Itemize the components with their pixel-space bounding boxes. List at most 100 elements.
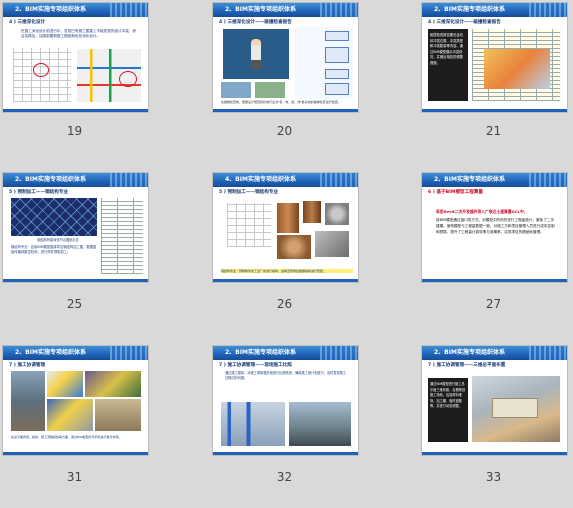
highlight-circle: [119, 71, 137, 87]
slide-body-highlight: 采用Revit二次开发插件导入广联达土建算量GCL中，: [436, 209, 528, 214]
header-decor: [110, 346, 148, 360]
steel-table-image: [101, 198, 143, 274]
slide-footer-bar: [213, 279, 358, 282]
slide-header: 2、BIM实施专项组织体系: [213, 346, 358, 360]
image-panel: [221, 82, 251, 98]
slide-footer-bar: [422, 109, 567, 112]
slide-subtitle: 4 ) 三维深化设计——碰撞检查报告: [428, 20, 501, 25]
steel-node-model: [277, 235, 311, 259]
slide-subtitle: 4 ) 三维深化设计: [9, 20, 46, 25]
slide-header-text: 2、BIM实施专项组织体系: [225, 6, 296, 13]
slide-body-text: 碰撞检查报告要包含具体冲突位置、冲突类型和冲突数量等内容。通过BIM模型展示冲突…: [430, 33, 463, 65]
slide-thumbnail[interactable]: 2、BIM实施专项组织体系 7 ) 施工协调管理——三维总平面布置 通过BIM模…: [421, 345, 568, 456]
slide-subtitle: 5 ) 预制加工——钢结构专业: [9, 190, 69, 195]
flowchart-box: [325, 83, 349, 95]
slide-header: 4、BIM实施专项组织体系: [213, 173, 358, 187]
site-building-shape: [492, 398, 538, 418]
slide-body-text: 通过BIM模型进行施工总平面三维布置，合理规划施工场地，包括材料堆场、加工棚、临…: [430, 382, 466, 409]
slide-header-text: 2、BIM实施专项组织体系: [15, 6, 86, 13]
slide-header: 2、BIM实施专项组织体系: [3, 346, 148, 360]
building-model-image: [11, 371, 45, 431]
slide-number: 31: [66, 470, 83, 484]
slide-footer-bar: [3, 279, 148, 282]
slide-subtitle: 7 ) 施工协调管理——现场施工比照: [219, 363, 292, 368]
steel-component-drawing: [227, 203, 271, 247]
slide-header: 2、BIM实施专项组织体系: [422, 173, 567, 187]
slide-thumbnail[interactable]: 2、BIM实施专项组织体系 7 ) 施工协调管理——现场施工比照 通过施工模拟，…: [212, 345, 359, 456]
slide-body-text: 将BIM模型通过接口的方式，对模型中的构件进行工程量统计，避免了二次建模。使构模…: [436, 218, 555, 234]
construction-model-image: [47, 371, 83, 397]
header-decor: [320, 173, 358, 187]
slide-header-text: 2、BIM实施专项组织体系: [434, 6, 505, 13]
header-decor: [110, 3, 148, 17]
header-decor: [320, 346, 358, 360]
slide-body-text: 在施工深化设计前进行中，发现已有施工图重上不能发现的设计冲突，综合实践及，加强制…: [21, 29, 136, 38]
slide-thumbnail[interactable]: 2、BIM实施专项组织体系 6 ) 基于BIM模型工程算量 采用Revit二次开…: [421, 172, 568, 283]
highlight-circle: [33, 63, 49, 77]
pipe-model-image: [221, 402, 285, 446]
slide-number: 27: [485, 297, 502, 311]
slide-thumbnail[interactable]: 4、BIM实施专项组织体系 5 ) 预制加工——钢结构专业 钢结构专业：预制构件…: [212, 172, 359, 283]
slide-thumbnail[interactable]: 2、BIM实施专项组织体系 4 ) 三维深化设计——碰撞检查报告 在碰撞检查前，…: [212, 2, 359, 113]
header-decor: [529, 3, 567, 17]
slide-number: 19: [66, 124, 83, 138]
slide-header-text: 2、BIM实施专项组织体系: [15, 349, 86, 356]
steel-node-model: [325, 203, 349, 225]
steel-truss-image: [11, 198, 97, 236]
slide-body-text: 通过施工模拟，对施工现场各阶段进行比照检查，确保施工按计划进行，及时发现施工过程…: [225, 371, 347, 381]
slide-footer-bar: [213, 452, 358, 455]
slide-thumbnail[interactable]: 2、BIM实施专项组织体系 4 ) 三维深化设计——碰撞检查报告 碰撞检查报告要…: [421, 2, 568, 113]
header-decor: [529, 173, 567, 187]
header-decor: [529, 346, 567, 360]
image-panel: [255, 82, 285, 98]
header-decor: [110, 173, 148, 187]
slide-number: 20: [276, 124, 293, 138]
steel-node-model: [315, 231, 349, 257]
slide-number: 26: [276, 297, 293, 311]
slide-number: 33: [485, 470, 502, 484]
slide-header-text: 2、BIM实施专项组织体系: [434, 349, 505, 356]
slide-subtitle: 6 ) 基于BIM模型工程算量: [428, 190, 484, 195]
slide-footer-bar: [3, 452, 148, 455]
slide-footer-bar: [422, 279, 567, 282]
slide-body-text: 钢结构专业：应用BIM模型直接导出钢结构加工图，数据直接传输到数控机床，进行构件…: [11, 245, 97, 255]
slide-header: 2、BIM实施专项组织体系: [422, 3, 567, 17]
slide-header-text: 4、BIM实施专项组织体系: [225, 176, 296, 183]
slide-footer-bar: [3, 109, 148, 112]
slide-body-text: 钢结构专业：预制构件加工出厂前进行编码，运输至现场后根据编码进行安装。: [221, 269, 353, 273]
slide-subtitle: 7 ) 施工协调管理——三维总平面布置: [428, 363, 506, 368]
slide-thumbnail[interactable]: 2、BIM实施专项组织体系 7 ) 施工协调管理 在总平面布置、模拟、施工流程模…: [2, 345, 149, 456]
image-caption: 钢结构桁架深化节点图纸示意: [37, 238, 79, 242]
construction-model-image: [47, 399, 93, 431]
slide-footer-bar: [213, 109, 358, 112]
slide-header-text: 2、BIM实施专项组织体系: [434, 176, 505, 183]
slide-header: 2、BIM实施专项组织体系: [3, 3, 148, 17]
slide-header: 2、BIM实施专项组织体系: [3, 173, 148, 187]
steel-column-model: [303, 201, 321, 223]
slide-body-text: 在碰撞检查前，根据设计规范和机电行业对"机、电、给、排"各系统的碰撞检查进行检查…: [221, 100, 341, 104]
slide-number: 32: [276, 470, 293, 484]
slide-number: 25: [66, 297, 83, 311]
site-photo: [289, 402, 351, 446]
slide-header: 2、BIM实施专项组织体系: [213, 3, 358, 17]
person-figure: [251, 39, 261, 69]
slide-body-text: 在总平面布置、模拟、施工流程模拟等方面，通过BIM模型的可视化进行各方协调。: [11, 435, 122, 439]
slide-subtitle: 4 ) 三维深化设计——碰撞检查报告: [219, 20, 292, 25]
slide-number: 21: [485, 124, 502, 138]
construction-model-image: [85, 371, 141, 397]
report-model-image: [484, 49, 550, 89]
slide-footer-bar: [422, 452, 567, 455]
slide-subtitle: 5 ) 预制加工——钢结构专业: [219, 190, 279, 195]
steel-column-model: [277, 203, 299, 233]
slide-header: 2、BIM实施专项组织体系: [422, 346, 567, 360]
slide-header-text: 2、BIM实施专项组织体系: [225, 349, 296, 356]
slide-thumbnail[interactable]: 2、BIM实施专项组织体系 4 ) 三维深化设计 在施工深化设计前进行中，发现已…: [2, 2, 149, 113]
slide-subtitle: 7 ) 施工协调管理: [9, 363, 46, 368]
slide-header-text: 2、BIM实施专项组织体系: [15, 176, 86, 183]
construction-photo: [95, 399, 141, 431]
slide-thumbnail[interactable]: 2、BIM实施专项组织体系 5 ) 预制加工——钢结构专业 钢结构桁架深化节点图…: [2, 172, 149, 283]
flowchart-box: [325, 47, 349, 63]
flowchart-box: [325, 69, 349, 79]
flowchart-box: [325, 31, 349, 41]
header-decor: [320, 3, 358, 17]
